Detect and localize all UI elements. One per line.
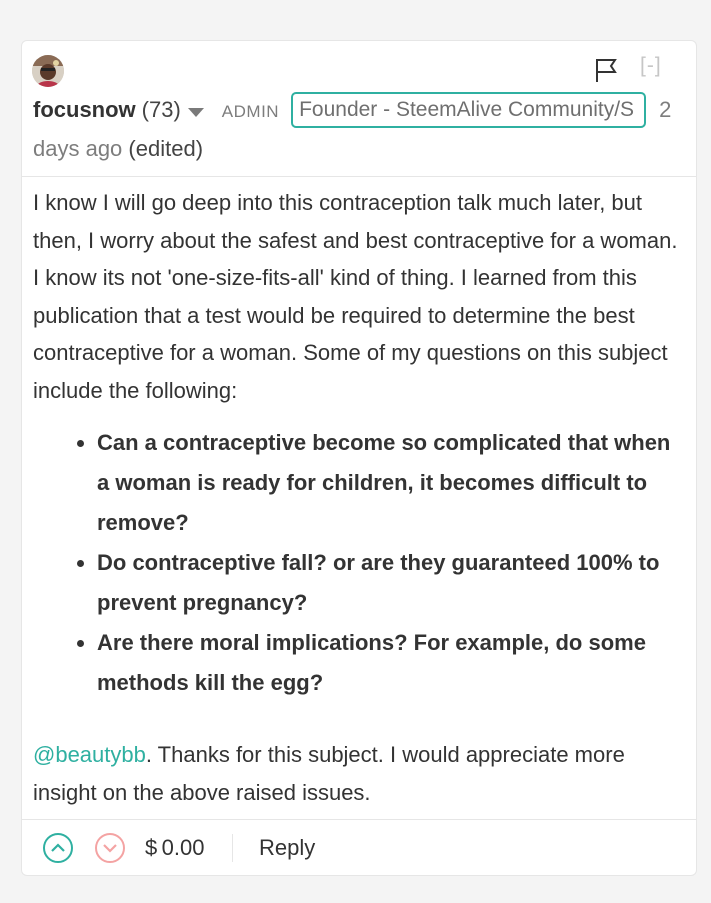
- comment-body: I know I will go deep into this contrace…: [22, 177, 696, 811]
- user-avatar[interactable]: [32, 55, 64, 87]
- chevron-down-icon: [103, 844, 117, 853]
- comment-footer: $ 0.00 Reply: [22, 819, 696, 875]
- question-list: Can a contraceptive become so complicate…: [33, 423, 685, 703]
- comment-meta: focusnow (73) ADMIN Founder - SteemAlive…: [33, 91, 671, 129]
- author-title-badge: Founder - SteemAlive Community/S: [291, 92, 647, 128]
- list-item: Are there moral implications? For exampl…: [97, 623, 685, 703]
- timestamp[interactable]: days ago: [33, 136, 122, 161]
- comment-card: [-] focusnow (73) ADMIN Founder - SteemA…: [21, 40, 697, 876]
- edited-label: (edited): [128, 136, 204, 161]
- list-item: Can a contraceptive become so complicate…: [97, 423, 685, 543]
- chevron-down-icon[interactable]: [187, 107, 204, 117]
- flag-icon[interactable]: [594, 57, 618, 83]
- comment-closing: @beautybb. Thanks for this subject. I wo…: [33, 736, 685, 811]
- user-mention-link[interactable]: @beautybb: [33, 742, 146, 767]
- chevron-up-icon: [51, 843, 65, 852]
- downvote-button[interactable]: [95, 833, 125, 863]
- reply-button[interactable]: Reply: [259, 833, 315, 863]
- timestamp-part[interactable]: 2: [659, 93, 671, 127]
- payout-value[interactable]: $ 0.00: [145, 833, 204, 863]
- author-reputation: (73): [141, 97, 181, 122]
- collapse-toggle[interactable]: [-]: [640, 54, 662, 78]
- author-name[interactable]: focusnow: [33, 93, 136, 127]
- comment-intro: I know I will go deep into this contrace…: [33, 190, 678, 403]
- comment-header: [-] focusnow (73) ADMIN Founder - SteemA…: [22, 41, 696, 177]
- upvote-button[interactable]: [43, 833, 73, 863]
- list-item: Do contraceptive fall? or are they guara…: [97, 543, 685, 623]
- footer-divider: [232, 834, 233, 862]
- comment-meta-line2: days ago (edited): [33, 132, 203, 166]
- author-role: ADMIN: [221, 102, 280, 121]
